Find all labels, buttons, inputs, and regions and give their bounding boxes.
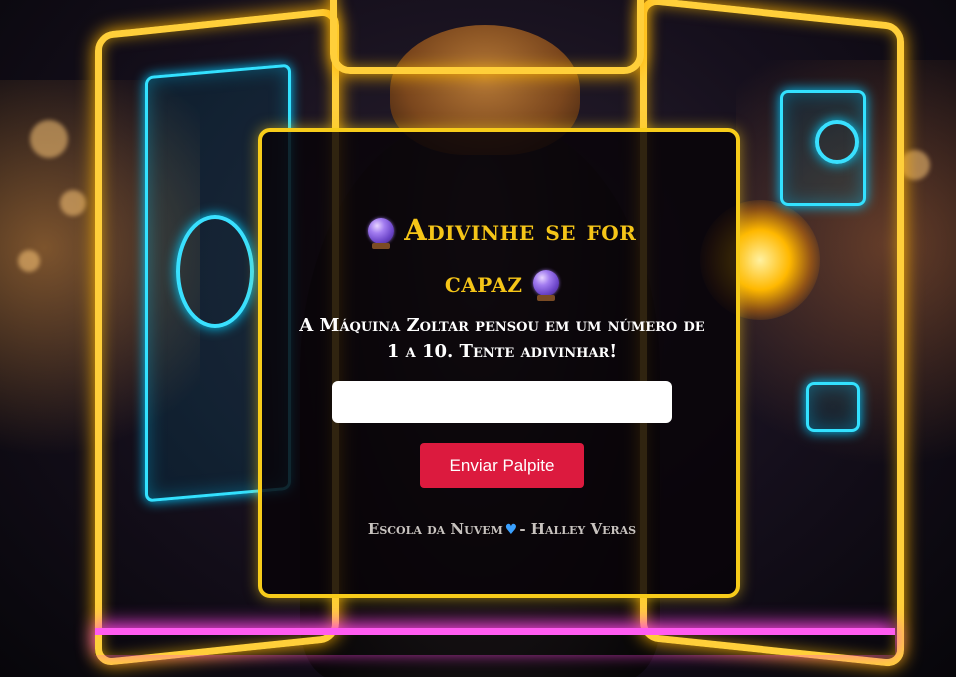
guess-input[interactable]: [332, 381, 672, 423]
crystal-ball-icon: [533, 270, 560, 301]
bokeh-light: [18, 250, 40, 272]
bokeh-light: [60, 190, 86, 216]
title-text-part2: capaz: [444, 265, 523, 299]
game-instructions: A Máquina Zoltar pensou em um número de …: [299, 315, 705, 362]
bokeh-light: [900, 150, 930, 180]
bokeh-light: [30, 120, 68, 158]
game-title: Adivinhe se for capaz: [302, 204, 702, 308]
footer-credits: Escola da Nuvem ♥ - Halley Veras: [282, 519, 722, 540]
title-text-part1: Adivinhe se for: [404, 213, 637, 247]
neon-frame-top: [330, 0, 644, 74]
footer-school: Escola da Nuvem: [367, 520, 503, 538]
neon-base-pink: [95, 628, 895, 655]
footer-author: - Halley Veras: [519, 520, 637, 538]
zoltar-background: Adivinhe se for capaz A Máquina Zoltar p…: [0, 0, 956, 677]
blue-heart-icon: ♥: [504, 522, 518, 538]
game-card: Adivinhe se for capaz A Máquina Zoltar p…: [258, 128, 740, 598]
crystal-ball-icon: [367, 218, 394, 249]
submit-guess-button[interactable]: Enviar Palpite: [420, 443, 584, 488]
